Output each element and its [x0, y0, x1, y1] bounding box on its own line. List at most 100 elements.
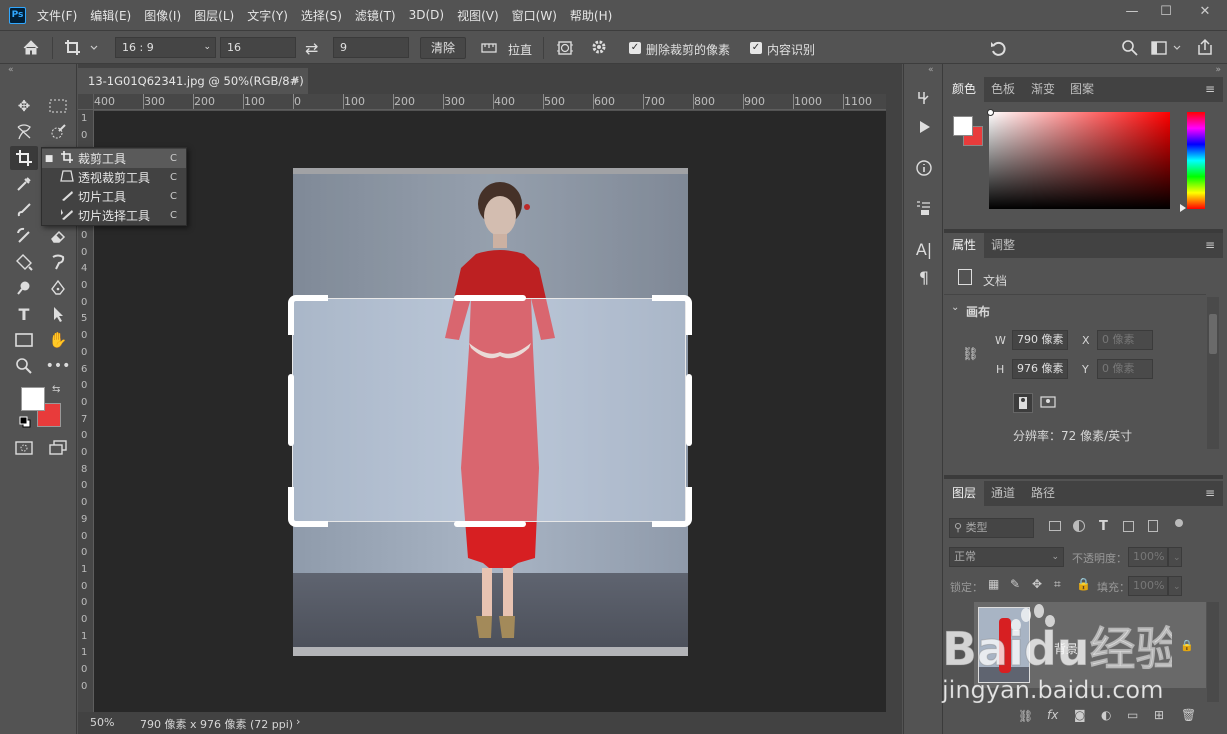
ratio-preset-select[interactable]: 16 : 9 ⌄ [115, 37, 216, 58]
share-icon[interactable] [1195, 37, 1215, 57]
group-icon[interactable]: ▭ [1127, 708, 1138, 722]
canvas-x-input[interactable]: 0 像素 [1097, 330, 1153, 350]
maximize-button[interactable]: ☐ [1149, 0, 1183, 22]
crop-handle-bottom-center[interactable] [454, 521, 526, 527]
layer-filter-select[interactable]: ⚲ 类型 [949, 518, 1034, 538]
filter-adjustment-icon[interactable] [1073, 520, 1085, 532]
hue-slider-marker-icon[interactable] [1180, 204, 1186, 212]
filter-type-icon[interactable]: T [1099, 519, 1108, 534]
menu-3d[interactable]: 3D(D) [409, 8, 444, 22]
brush-tool-icon[interactable] [12, 198, 36, 222]
document-info[interactable]: 790 像素 x 976 像素 (72 ppi) [140, 716, 293, 732]
status-chevron-icon[interactable]: › [296, 715, 300, 728]
tab-gradients[interactable]: 渐变 [1023, 77, 1063, 102]
delete-cropped-checkbox[interactable]: ✓ [629, 42, 641, 54]
chevron-down-icon[interactable]: ⌄ [951, 302, 959, 313]
fill-dropdown[interactable]: ⌄ [1168, 576, 1182, 596]
crop-handle-left-middle[interactable] [288, 374, 294, 446]
canvas-height-input[interactable]: 976 像素 [1012, 359, 1068, 379]
layers-scrollbar[interactable] [1207, 602, 1219, 702]
info-panel-icon[interactable] [912, 156, 936, 180]
crop-handle-top-center[interactable] [454, 295, 526, 301]
filter-shape-icon[interactable] [1123, 521, 1134, 532]
menu-file[interactable]: 文件(F) [37, 7, 77, 24]
hand-tool-icon[interactable]: ✋ [46, 328, 70, 352]
close-tab-icon[interactable]: ✕ [292, 68, 300, 94]
dodge-tool-icon[interactable] [12, 276, 36, 300]
tab-channels[interactable]: 通道 [983, 481, 1023, 506]
collapse-strip-icon[interactable]: « [928, 65, 934, 75]
lock-transparency-icon[interactable]: ▦ [988, 577, 999, 591]
canvas-y-input[interactable]: 0 像素 [1097, 359, 1153, 379]
tab-adjustments[interactable]: 调整 [983, 233, 1023, 258]
fill-input[interactable]: 100% [1128, 576, 1168, 596]
quick-select-tool-icon[interactable] [46, 120, 70, 144]
quick-mask-icon[interactable] [12, 436, 36, 460]
crop-width-input[interactable]: 16 [220, 37, 296, 58]
vertical-scrollbar[interactable] [886, 94, 902, 712]
home-icon[interactable] [21, 38, 41, 58]
foreground-color-swatch[interactable] [21, 387, 45, 411]
flyout-perspective-crop-tool[interactable]: 透视裁剪工具 C [42, 168, 186, 187]
marquee-tool-icon[interactable] [46, 94, 70, 118]
blend-mode-select[interactable]: 正常 ⌄ [949, 547, 1064, 567]
tab-patterns[interactable]: 图案 [1062, 77, 1102, 102]
path-select-icon[interactable] [46, 302, 70, 326]
flyout-slice-tool[interactable]: 切片工具 C [42, 187, 186, 206]
color-picker-marker[interactable] [987, 109, 994, 116]
properties-scrollbar[interactable] [1207, 297, 1219, 449]
gradient-tool-icon[interactable] [12, 250, 36, 274]
close-button[interactable]: ✕ [1183, 0, 1227, 22]
landscape-orientation-button[interactable] [1039, 393, 1059, 413]
zoom-tool-icon[interactable] [12, 354, 36, 378]
delete-layer-icon[interactable]: 🗑 [1181, 708, 1196, 722]
menu-view[interactable]: 视图(V) [457, 7, 499, 24]
overlay-options-icon[interactable] [555, 38, 575, 58]
opacity-input[interactable]: 100% [1128, 547, 1168, 567]
panel-menu-icon[interactable]: ≡ [1205, 486, 1215, 500]
menu-edit[interactable]: 编辑(E) [90, 7, 131, 24]
collapse-toolbar-icon[interactable]: « [8, 65, 14, 75]
search-icon[interactable] [1121, 39, 1139, 57]
crop-height-input[interactable]: 9 [333, 37, 409, 58]
pen-tool-icon[interactable] [46, 276, 70, 300]
workspace-icon[interactable] [1150, 39, 1184, 57]
menu-image[interactable]: 图像(I) [144, 7, 181, 24]
tab-layers[interactable]: 图层 [944, 481, 985, 506]
tab-properties[interactable]: 属性 [944, 233, 985, 258]
actions-panel-icon[interactable] [912, 115, 936, 139]
canvas-width-input[interactable]: 790 像素 [1012, 330, 1068, 350]
gear-icon[interactable] [590, 38, 610, 58]
crop-handle-top-right[interactable] [652, 295, 692, 335]
lasso-tool-icon[interactable] [12, 120, 36, 144]
filter-smart-object-icon[interactable] [1148, 520, 1158, 532]
filter-pixel-icon[interactable] [1049, 521, 1061, 531]
crop-handle-bottom-right[interactable] [652, 487, 692, 527]
screen-mode-icon[interactable] [46, 436, 70, 460]
menu-help[interactable]: 帮助(H) [570, 7, 612, 24]
eyedropper-tool-icon[interactable] [12, 172, 36, 196]
menu-window[interactable]: 窗口(W) [512, 7, 557, 24]
lock-all-icon[interactable]: 🔒 [1076, 577, 1091, 591]
collapse-right-panels-icon[interactable]: » [1215, 65, 1221, 75]
paragraph-panel-icon[interactable]: ¶ [912, 265, 936, 289]
straighten-label[interactable]: 拉直 [508, 41, 532, 58]
adjustment-layer-icon[interactable]: ◐ [1101, 708, 1111, 722]
move-tool-icon[interactable]: ✥ [12, 94, 36, 118]
document-tab[interactable]: 13-1G01Q62341.jpg @ 50%(RGB/8#) ✕ [78, 68, 308, 94]
character-panel-icon[interactable]: A| [912, 237, 936, 261]
clear-button[interactable]: 清除 [420, 37, 466, 59]
default-colors-icon[interactable] [19, 416, 31, 428]
crop-handle-top-left[interactable] [288, 295, 328, 335]
crop-box[interactable] [292, 298, 686, 522]
menu-layer[interactable]: 图层(L) [194, 7, 234, 24]
new-layer-icon[interactable]: ⊞ [1154, 708, 1164, 722]
link-layers-icon[interactable]: ⛓ [1018, 709, 1033, 723]
eraser-tool-icon[interactable] [46, 224, 70, 248]
history-brush-icon[interactable] [12, 224, 36, 248]
flyout-crop-tool[interactable]: ■ 裁剪工具 C [42, 149, 186, 168]
tab-paths[interactable]: 路径 [1023, 481, 1063, 506]
tab-swatches[interactable]: 色板 [983, 77, 1023, 102]
color-field[interactable] [989, 112, 1170, 209]
filter-toggle-icon[interactable] [1175, 519, 1183, 527]
